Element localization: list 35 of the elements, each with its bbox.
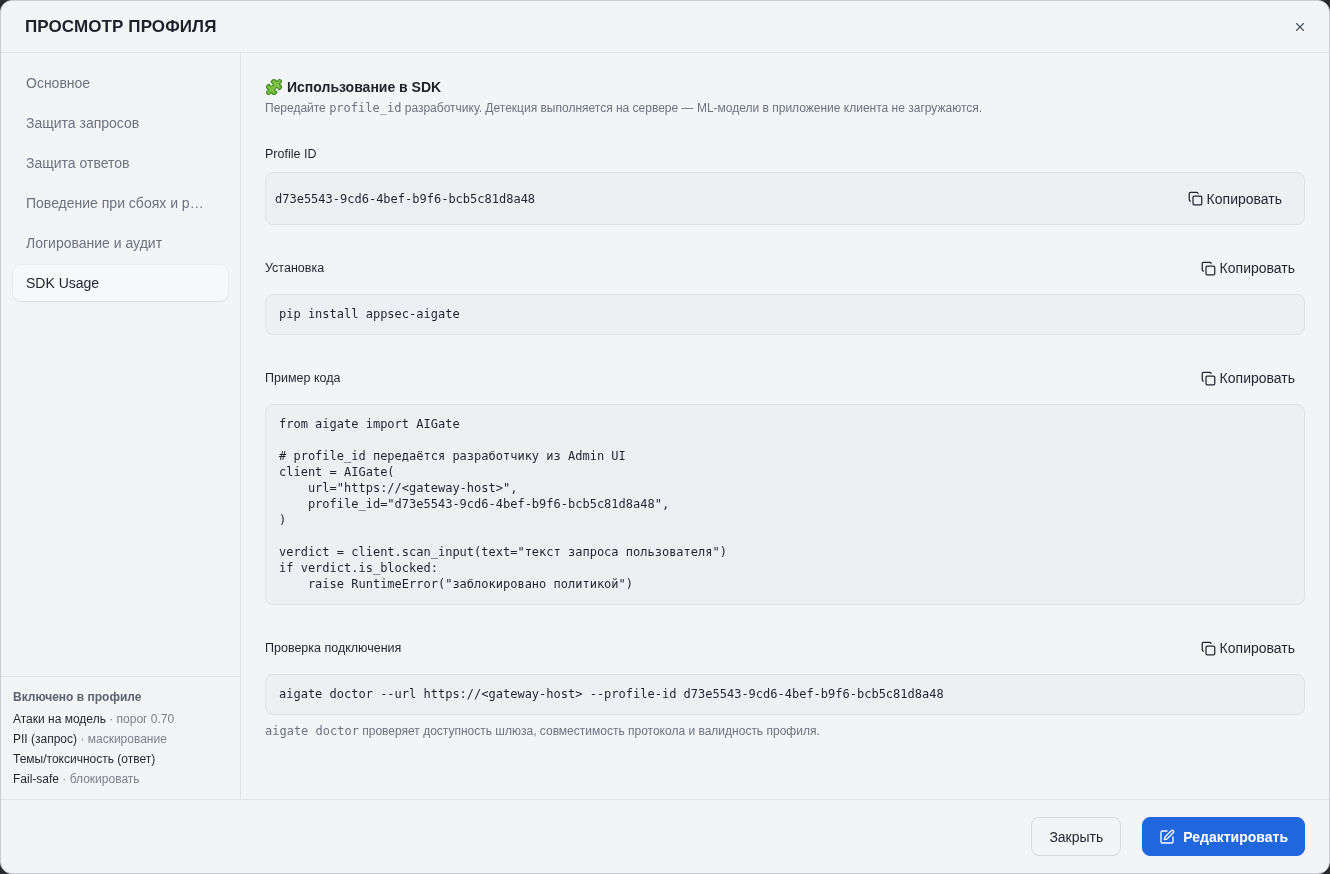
dialog-title: ПРОСМОТР ПРОФИЛЯ — [25, 16, 217, 37]
sidebar-item[interactable]: Логирование и аудит — [13, 225, 228, 261]
profile-id-value: d73e5543-9cd6-4bef-b9f6-bcb5c81d8a48 — [275, 191, 536, 206]
section-description: Передайте profile_id разработчику. Детекция выполняется на сервере — ML-модели в приложение клиента не загружаются. — [265, 100, 984, 117]
copy-icon — [1200, 640, 1216, 656]
section-heading: Использование в SDK — [287, 79, 442, 95]
sidebar-item[interactable]: Защита ответов — [13, 145, 228, 181]
summary-row-text: Атаки на модель · порог 0.70 — [13, 711, 176, 728]
section-label: Установка — [265, 261, 325, 275]
edit-button[interactable]: Редактировать — [1142, 817, 1305, 856]
edit-icon — [1159, 828, 1176, 845]
close-dialog-button[interactable]: Закрыть — [1031, 817, 1122, 856]
summary-row-text: PII (запрос) · маскирование — [13, 731, 168, 748]
code-block: aigate doctor --url https://<gateway-host> --profile-id d73e5543-9cd6-4bef-b9f6-bcb5c81d8a48 — [265, 674, 1305, 715]
sidebar-item[interactable]: SDK Usage — [13, 265, 228, 301]
copy-icon — [1187, 191, 1203, 206]
field-label: Profile ID — [265, 146, 318, 162]
sidebar-item[interactable]: Поведение при сбоях и р… — [13, 185, 228, 221]
copy-icon — [1200, 370, 1216, 386]
section-label: Пример кода — [265, 371, 341, 385]
copy-icon — [1200, 260, 1216, 276]
puzzle-icon — [265, 78, 283, 96]
summary-title: Включено в профиле — [13, 689, 143, 705]
copy-button[interactable]: Копировать — [1192, 254, 1305, 282]
copy-button[interactable]: Копировать — [1179, 180, 1292, 217]
summary-row-text: Темы/токсичность (ответ) — [13, 751, 157, 768]
code-block: pip install appsec-aigate — [265, 294, 1305, 335]
hint-text: aigate doctor проверяет доступность шлюза, совместимость протокола и валидность профиля. — [265, 723, 821, 740]
sidebar-item[interactable]: Основное — [13, 65, 228, 101]
copy-button[interactable]: Копировать — [1192, 364, 1305, 392]
summary-row-text: Fail-safe · блокировать — [13, 771, 141, 788]
sidebar-item[interactable]: Защита запросов — [13, 105, 228, 141]
code-block: from aigate import AIGate # profile_id передаётся разработчику из Admin UI client = AIGate( url="https://<gateway-host>", profile_id="d73e5543-9cd6-4bef-b9f6-bcb5c81d8a48", ) verdict = client.scan_input(text="текст запроса пользователя") if verdict.is_blocked: raise RuntimeError("заблокировано политикой") — [265, 404, 1305, 605]
copy-button[interactable]: Копировать — [1192, 634, 1305, 662]
section-label: Проверка подключения — [265, 641, 402, 655]
